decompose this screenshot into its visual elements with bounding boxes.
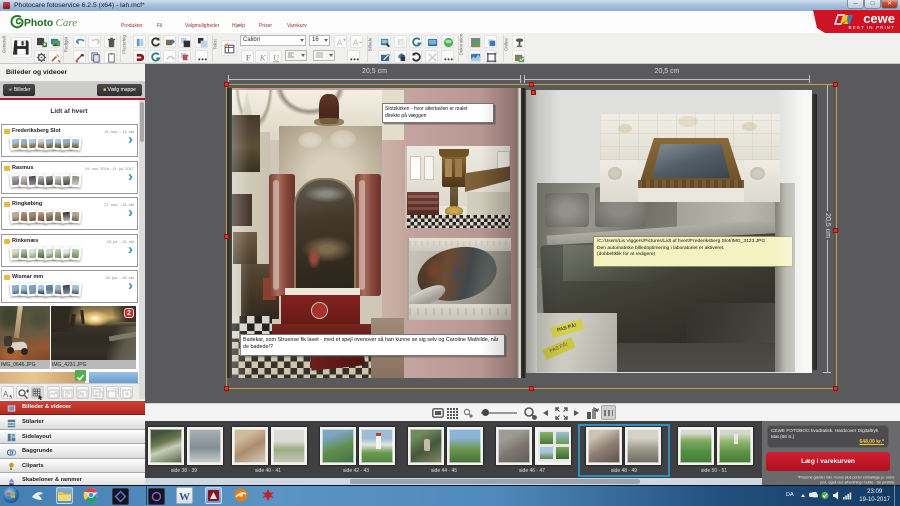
- svg-text:U: U: [273, 53, 279, 62]
- svg-text:A: A: [337, 38, 343, 47]
- svg-text:A: A: [353, 38, 359, 47]
- svg-text:Photo: Photo: [24, 18, 53, 29]
- svg-text:F: F: [246, 53, 251, 63]
- svg-text:K: K: [259, 53, 267, 63]
- svg-text:A: A: [3, 390, 9, 399]
- svg-text:Care: Care: [56, 17, 78, 29]
- svg-text:W: W: [179, 491, 190, 503]
